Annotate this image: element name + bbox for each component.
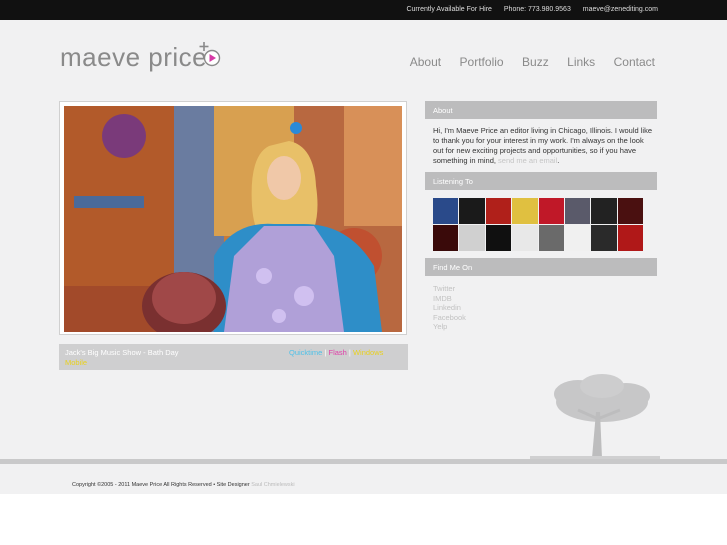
- album-cover[interactable]: [617, 225, 643, 251]
- nav-about[interactable]: About: [410, 55, 441, 69]
- nav-contact[interactable]: Contact: [614, 55, 655, 69]
- flash-link[interactable]: Flash: [328, 348, 346, 357]
- twitter-link[interactable]: Twitter: [433, 284, 466, 294]
- album-cover[interactable]: [485, 225, 512, 251]
- quicktime-link[interactable]: Quicktime: [289, 348, 322, 357]
- imdb-link[interactable]: IMDB: [433, 294, 466, 304]
- designer-link[interactable]: Saul Chmielewski: [251, 482, 294, 488]
- album-cover[interactable]: [433, 225, 459, 251]
- about-end: .: [557, 156, 560, 165]
- separator: |: [324, 348, 327, 357]
- album-cover[interactable]: [538, 225, 564, 251]
- mobile-link[interactable]: Mobile: [65, 358, 87, 367]
- album-cover[interactable]: [512, 198, 538, 224]
- format-links: Quicktime | Flash | Windows: [289, 348, 383, 357]
- video-player[interactable]: [59, 101, 407, 335]
- findme-heading: Find Me On: [433, 263, 473, 272]
- main-nav: About Portfolio Buzz Links Contact: [396, 53, 655, 71]
- site-logo[interactable]: maeve price: [60, 42, 207, 73]
- nav-buzz[interactable]: Buzz: [522, 55, 549, 69]
- yelp-link[interactable]: Yelp: [433, 322, 466, 332]
- video-still: [64, 106, 402, 332]
- availability-text: Currently Available For Hire: [406, 6, 492, 13]
- footer: Copyright ©2005 - 2011 Maeve Price All R…: [0, 464, 727, 494]
- album-grid: [433, 198, 643, 251]
- nav-links[interactable]: Links: [567, 55, 595, 69]
- facebook-link[interactable]: Facebook: [433, 313, 466, 323]
- findme-heading-bar: Find Me On: [425, 258, 657, 276]
- linkedin-link[interactable]: Linkedin: [433, 303, 466, 313]
- album-cover[interactable]: [591, 225, 617, 251]
- top-bar: Currently Available For Hire Phone: 773.…: [0, 0, 727, 20]
- video-title: Jack's Big Music Show - Bath Day: [65, 348, 179, 357]
- email-me-link[interactable]: send me an email: [498, 156, 557, 165]
- album-cover[interactable]: [617, 198, 643, 224]
- about-heading-bar: About: [425, 101, 657, 119]
- play-plus-icon: [199, 42, 221, 67]
- contact-info: Currently Available For Hire Phone: 773.…: [396, 6, 658, 13]
- email-link[interactable]: maeve@zenediting.com: [583, 6, 658, 13]
- social-links: Twitter IMDB Linkedin Facebook Yelp: [433, 284, 466, 332]
- album-cover[interactable]: [564, 225, 591, 251]
- album-cover[interactable]: [433, 198, 459, 224]
- tree-illustration: [530, 374, 660, 460]
- album-cover[interactable]: [564, 198, 591, 224]
- album-cover[interactable]: [459, 225, 485, 251]
- listening-heading-bar: Listening To: [425, 172, 657, 190]
- about-heading: About: [433, 106, 453, 115]
- phone-text: Phone: 773.980.9563: [503, 6, 571, 13]
- about-text: Hi, I'm Maeve Price an editor living in …: [433, 126, 655, 166]
- nav-portfolio[interactable]: Portfolio: [460, 55, 504, 69]
- album-cover[interactable]: [538, 198, 564, 224]
- album-cover[interactable]: [591, 198, 617, 224]
- copyright-text: Copyright ©2005 - 2011 Maeve Price All R…: [72, 482, 250, 488]
- windows-link[interactable]: Windows: [353, 348, 383, 357]
- video-caption: Jack's Big Music Show - Bath Day Quickti…: [59, 344, 408, 370]
- separator: |: [348, 348, 351, 357]
- listening-heading: Listening To: [433, 177, 473, 186]
- album-cover[interactable]: [485, 198, 512, 224]
- album-cover[interactable]: [459, 198, 485, 224]
- copyright: Copyright ©2005 - 2011 Maeve Price All R…: [72, 482, 295, 488]
- album-cover[interactable]: [512, 225, 538, 251]
